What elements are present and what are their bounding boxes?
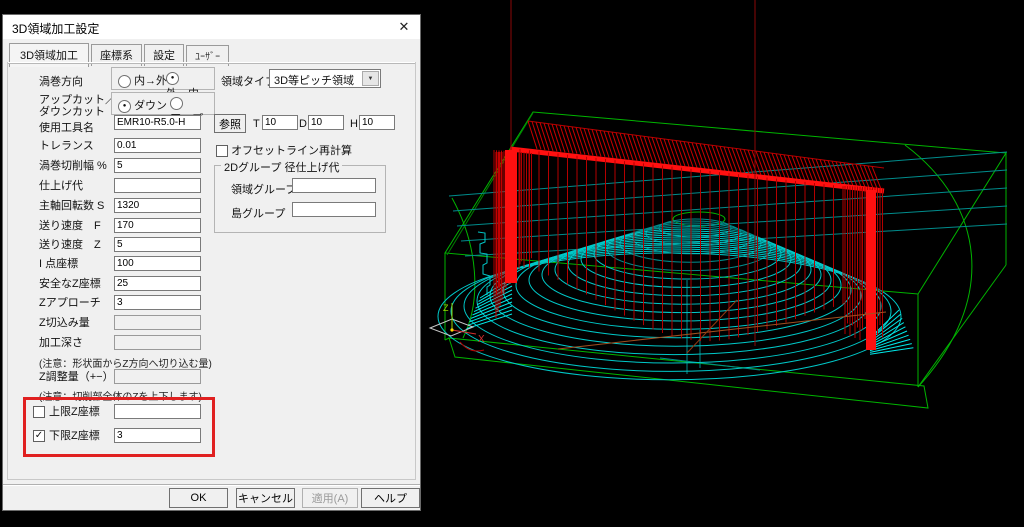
area-type-value: 3D等ピッチ領域: [274, 72, 354, 88]
close-icon[interactable]: ✕: [392, 17, 416, 37]
depth-note: (注意：形状面からZ方向へ切り込む量): [39, 355, 212, 370]
lower-z-limit-label: 下限Z座標: [49, 428, 100, 445]
spindle-speed-label: 主軸回転数 S: [39, 200, 104, 212]
tool-t-label: T: [253, 118, 260, 130]
dialog-3d-area-machining: 3D領域加工設定 ✕ 3D領域加工座標系設定ﾕｰｻﾞｰ 渦巻方向 内→外 ● 外…: [2, 14, 421, 511]
2d-group-legend: 2Dグループ 径仕上げ代: [221, 159, 342, 175]
field-row: 送り速度 Z: [39, 237, 101, 254]
radio-icon: ●: [118, 100, 131, 113]
svg-text:Z: Z: [443, 303, 449, 313]
button-separator: [3, 484, 420, 485]
svg-text:X: X: [478, 334, 485, 345]
screen-root: { "dialog": { "title": "3D領域加工設定", "clos…: [0, 0, 1024, 527]
field-row: I 点座標: [39, 256, 78, 273]
feed-z-input[interactable]: [114, 237, 201, 252]
offset-recalc-checkbox[interactable]: オフセットライン再計算: [216, 142, 352, 158]
tolerance-input[interactable]: [114, 138, 201, 153]
apply-button: 適用(A): [302, 488, 358, 508]
spiral-direction-group: 内→外 ● 外→内: [111, 67, 215, 90]
tool-d-label: D: [299, 118, 307, 130]
field-row: Z切込み量: [39, 315, 90, 332]
checkbox-icon: [216, 145, 228, 157]
lower-z-limit-row: ✓ 下限Z座標: [33, 428, 45, 445]
tool-name-label: 使用工具名: [39, 119, 94, 135]
spindle-speed-input[interactable]: [114, 198, 201, 213]
upper-z-limit-input[interactable]: [114, 404, 201, 419]
tolerance-label: トレランス: [39, 140, 94, 152]
field-row: 送り速度 F: [39, 218, 101, 235]
dialog-title: 3D領域加工設定: [12, 20, 99, 37]
cut-mode-label-line2: ダウンカット: [39, 103, 105, 119]
z-adjust-input: [114, 369, 201, 384]
field-row: 安全なZ座標: [39, 276, 101, 293]
tool-t-input[interactable]: [262, 115, 298, 130]
ok-button[interactable]: OK: [169, 488, 228, 508]
field-row: トレランス: [39, 138, 94, 155]
finish-allowance-input[interactable]: [114, 178, 201, 193]
upper-z-limit-label: 上限Z座標: [49, 404, 100, 421]
field-row: Z調整量（+−）: [39, 369, 114, 386]
radio-icon: [118, 75, 131, 88]
lower-z-limit-input[interactable]: [114, 428, 201, 443]
machining-depth-label: 加工深さ: [39, 337, 83, 349]
tool-h-label: H: [350, 118, 358, 130]
tool-h-input[interactable]: [359, 115, 395, 130]
z-step-input: [114, 315, 201, 330]
z-approach-label: Zアプローチ: [39, 297, 101, 309]
area-type-dropdown[interactable]: 3D等ピッチ領域 ▼: [269, 69, 381, 88]
radio-down-cut-label: ダウン: [134, 100, 167, 112]
i-point-label: I 点座標: [39, 258, 78, 270]
radio-down-cut[interactable]: ● ダウン: [118, 97, 167, 113]
safe-z-label: 安全なZ座標: [39, 278, 101, 290]
radio-inner-to-outer[interactable]: 内→外: [118, 72, 167, 88]
spiral-width-input[interactable]: [114, 158, 201, 173]
upper-z-limit-checkbox[interactable]: [33, 406, 45, 418]
cancel-button[interactable]: キャンセル: [236, 488, 295, 508]
2d-group-box: 2Dグループ 径仕上げ代 領域グループ 島グループ: [214, 165, 386, 233]
tool-d-input[interactable]: [308, 115, 344, 130]
tool-name-input[interactable]: [114, 115, 201, 130]
machining-depth-input: [114, 335, 201, 350]
field-row: 渦巻切削幅 %: [39, 158, 107, 175]
field-row: 主軸回転数 S: [39, 198, 104, 215]
finish-allowance-label: 仕上げ代: [39, 180, 83, 192]
lower-z-limit-checkbox[interactable]: ✓: [33, 430, 45, 442]
feed-z-label: 送り速度 Z: [39, 239, 101, 251]
i-point-input[interactable]: [114, 256, 201, 271]
cut-mode-group: ● ダウン アップ: [111, 92, 215, 115]
radio-icon: [170, 97, 183, 110]
dialog-titlebar[interactable]: 3D領域加工設定 ✕: [3, 15, 420, 39]
field-row: 加工深さ: [39, 335, 83, 352]
safe-z-input[interactable]: [114, 276, 201, 291]
spiral-width-label: 渦巻切削幅 %: [39, 160, 107, 172]
help-button[interactable]: ヘルプ: [361, 488, 420, 508]
area-type-label: 領域タイプ: [221, 73, 276, 89]
z-approach-input[interactable]: [114, 295, 201, 310]
upper-z-limit-row: 上限Z座標: [33, 404, 45, 421]
chevron-down-icon[interactable]: ▼: [362, 71, 379, 86]
field-row: 仕上げ代: [39, 178, 83, 195]
z-adjust-label: Z調整量（+−）: [39, 371, 114, 383]
spiral-direction-label: 渦巻方向: [39, 73, 83, 89]
feed-f-label: 送り速度 F: [39, 220, 101, 232]
radio-inner-to-outer-label: 内→外: [134, 75, 167, 87]
area-group-input[interactable]: [292, 178, 376, 193]
island-group-input[interactable]: [292, 202, 376, 217]
z-step-label: Z切込み量: [39, 317, 90, 329]
radio-icon: ●: [166, 72, 179, 85]
browse-button[interactable]: 参照: [214, 114, 246, 133]
tab-strip: 3D領域加工座標系設定ﾕｰｻﾞｰ: [9, 42, 231, 62]
feed-f-input[interactable]: [114, 218, 201, 233]
island-group-label: 島グループ: [231, 205, 285, 221]
field-row: Zアプローチ: [39, 295, 101, 312]
offset-recalc-label: オフセットライン再計算: [231, 145, 352, 157]
area-group-label: 領域グループ: [231, 181, 296, 197]
